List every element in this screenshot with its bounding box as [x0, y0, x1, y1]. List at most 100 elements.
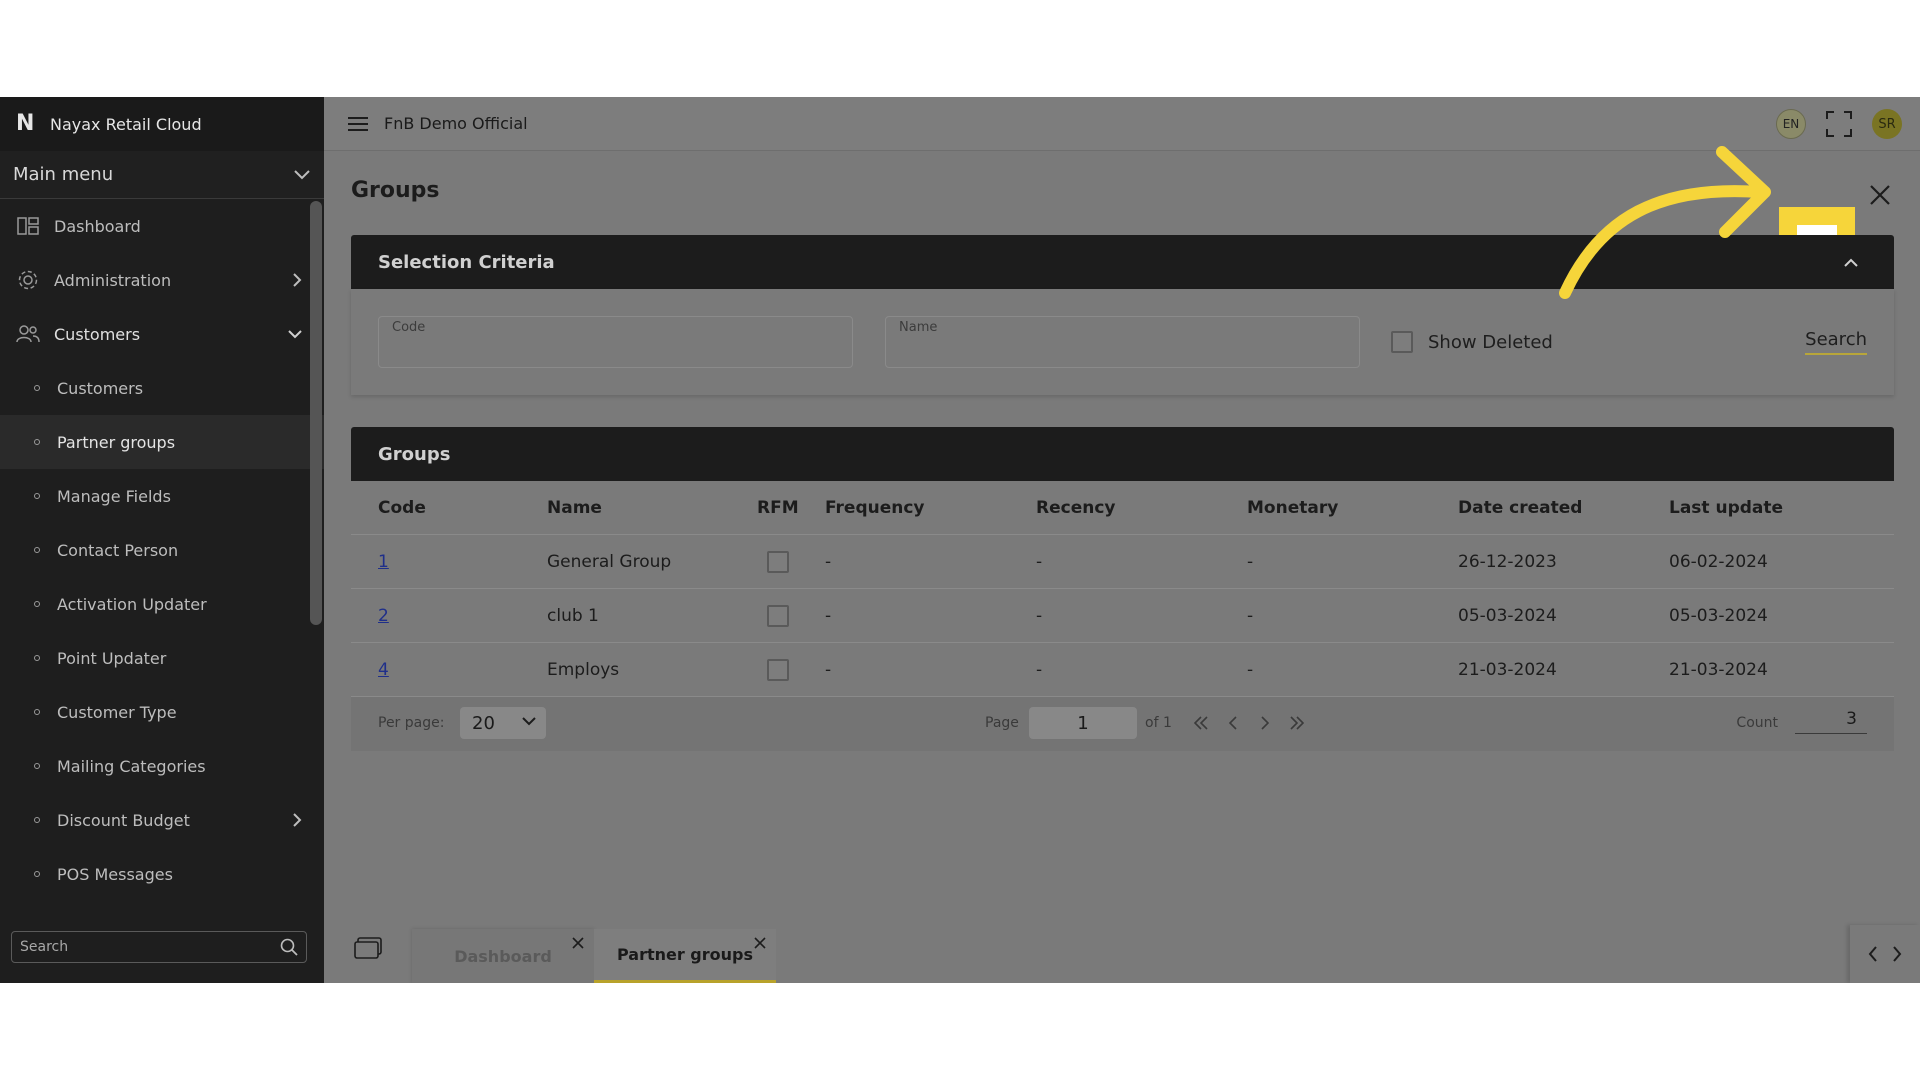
group-code-link[interactable]: 1 [378, 552, 389, 572]
sidebar-subitem-label: Manage Fields [57, 486, 171, 506]
per-page-label: Per page: [378, 715, 445, 731]
column-header-frequency[interactable]: Frequency [825, 498, 1036, 518]
table-row: 4 Employs - - - 21-03-2024 21-03-2024 [351, 643, 1894, 697]
column-header-name[interactable]: Name [547, 498, 757, 518]
bullet-icon [34, 547, 40, 553]
last-update-cell: 05-03-2024 [1669, 605, 1768, 626]
nayax-logo-icon: N [16, 111, 35, 136]
sidebar-subitem-pos-messages[interactable]: POS Messages [0, 847, 324, 901]
next-page-icon[interactable] [1255, 713, 1275, 733]
bullet-icon [34, 763, 40, 769]
table-row: 2 club 1 - - - 05-03-2024 05-03-2024 [351, 589, 1894, 643]
previous-page-icon[interactable] [1223, 713, 1243, 733]
hamburger-menu-icon[interactable] [348, 116, 368, 132]
bullet-icon [34, 493, 40, 499]
close-tab-icon[interactable] [572, 937, 584, 949]
search-button[interactable]: Search [1805, 329, 1867, 355]
brand[interactable]: N Nayax Retail Cloud [0, 97, 324, 151]
group-code-link[interactable]: 2 [378, 606, 389, 626]
chevron-right-icon [293, 813, 302, 827]
sidebar-subitem-label: Contact Person [57, 540, 179, 560]
sidebar-subitem-customers[interactable]: Customers [0, 361, 324, 415]
close-tab-icon[interactable] [754, 937, 766, 949]
count-value: 3 [1795, 709, 1867, 734]
windows-icon[interactable] [354, 937, 382, 959]
column-header-last-update[interactable]: Last update [1669, 498, 1894, 518]
sidebar-nav: Dashboard Administration Customers Custo… [0, 199, 324, 901]
per-page-select[interactable]: 20 [460, 707, 546, 739]
sidebar-item-label: Administration [54, 270, 172, 290]
selection-criteria-header[interactable]: Selection Criteria [351, 235, 1894, 289]
tab-partner-groups[interactable]: Partner groups [594, 929, 776, 983]
bullet-icon [34, 817, 40, 823]
sidebar-search-input[interactable]: Search [11, 931, 307, 963]
pagination-bar: Per page: 20 Page 1 of 1 Count 3 [351, 697, 1894, 751]
per-page-value: 20 [472, 712, 495, 734]
sidebar-subitem-label: Partner groups [57, 432, 176, 452]
sidebar-search-placeholder: Search [20, 939, 69, 955]
first-page-icon[interactable] [1191, 713, 1211, 733]
date-created-cell: 05-03-2024 [1458, 605, 1557, 626]
column-header-rfm[interactable]: RFM [757, 498, 825, 518]
table-header-row: Code Name RFM Frequency Recency Monetary… [351, 481, 1894, 535]
rfm-checkbox[interactable] [767, 550, 789, 573]
sidebar-subitem-discount-budget[interactable]: Discount Budget [0, 793, 324, 847]
org-name: FnB Demo Official [384, 114, 528, 133]
close-icon[interactable] [1868, 183, 1892, 207]
column-header-monetary[interactable]: Monetary [1247, 498, 1458, 518]
chevron-up-icon[interactable] [1844, 258, 1858, 267]
main-menu-toggle[interactable]: Main menu [0, 151, 324, 199]
page-number-input[interactable]: 1 [1029, 707, 1137, 739]
last-update-cell: 21-03-2024 [1669, 659, 1768, 680]
top-bar-actions: EN SR [1776, 109, 1902, 139]
sidebar-item-customers[interactable]: Customers [0, 307, 324, 361]
sidebar-item-dashboard[interactable]: Dashboard [0, 199, 324, 253]
chevron-left-icon[interactable] [1868, 946, 1878, 962]
sidebar-subitem-activation-updater[interactable]: Activation Updater [0, 577, 324, 631]
group-name: General Group [547, 551, 672, 572]
sidebar-subitem-contact-person[interactable]: Contact Person [0, 523, 324, 577]
page-total-label: of 1 [1145, 715, 1172, 731]
sidebar-subitem-customer-type[interactable]: Customer Type [0, 685, 324, 739]
chevron-right-icon [293, 273, 302, 287]
sidebar-subitem-manage-fields[interactable]: Manage Fields [0, 469, 324, 523]
show-deleted-checkbox[interactable] [1391, 331, 1413, 353]
language-button[interactable]: EN [1776, 109, 1806, 139]
groups-header: Groups [351, 427, 1894, 481]
recency-cell: - [1036, 605, 1043, 626]
date-created-cell: 26-12-2023 [1458, 551, 1557, 572]
tab-dashboard[interactable]: Dashboard [412, 929, 594, 983]
monetary-cell: - [1247, 551, 1254, 572]
sidebar-subitem-label: Customers [57, 378, 144, 398]
sidebar-subitem-label: POS Messages [57, 864, 173, 884]
search-icon[interactable] [280, 938, 298, 956]
sidebar-subitem-label: Point Updater [57, 648, 167, 668]
bullet-icon [34, 709, 40, 715]
rfm-checkbox[interactable] [767, 658, 789, 681]
groups-table: Code Name RFM Frequency Recency Monetary… [351, 481, 1894, 751]
sidebar-scrollbar[interactable] [310, 201, 322, 625]
column-header-recency[interactable]: Recency [1036, 498, 1247, 518]
frequency-cell: - [825, 659, 832, 680]
top-bar: FnB Demo Official EN SR [324, 97, 1920, 151]
user-avatar[interactable]: SR [1872, 109, 1902, 139]
chevron-down-icon [522, 717, 536, 726]
sidebar-subitem-point-updater[interactable]: Point Updater [0, 631, 324, 685]
sidebar-subitem-mailing-categories[interactable]: Mailing Categories [0, 739, 324, 793]
code-field[interactable]: Code [378, 316, 853, 368]
column-header-code[interactable]: Code [351, 498, 547, 518]
fullscreen-icon[interactable] [1826, 111, 1852, 137]
bullet-icon [34, 439, 40, 445]
sidebar-subitem-partner-groups[interactable]: Partner groups [0, 415, 324, 469]
name-field-label: Name [899, 320, 938, 335]
column-header-date-created[interactable]: Date created [1458, 498, 1669, 518]
last-page-icon[interactable] [1287, 713, 1307, 733]
name-field[interactable]: Name [885, 316, 1360, 368]
group-code-link[interactable]: 4 [378, 660, 389, 680]
show-deleted-toggle[interactable]: Show Deleted [1391, 331, 1553, 353]
chevron-down-icon [294, 169, 310, 179]
chevron-right-icon[interactable] [1892, 946, 1902, 962]
rfm-checkbox[interactable] [767, 604, 789, 627]
sidebar-item-administration[interactable]: Administration [0, 253, 324, 307]
sidebar-item-label: Dashboard [54, 216, 141, 236]
